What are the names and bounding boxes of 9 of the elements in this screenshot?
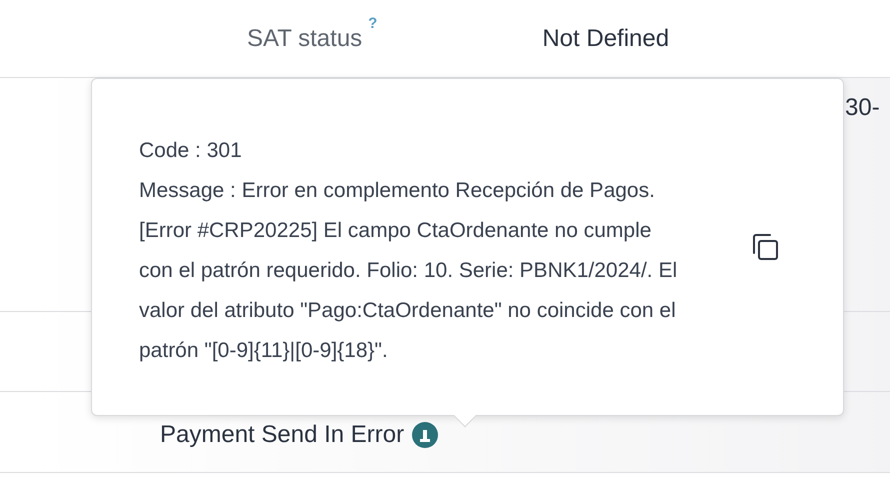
- alert-icon[interactable]: [412, 422, 438, 448]
- status-text: Payment Send In Error: [160, 420, 404, 450]
- copy-icon[interactable]: [751, 233, 779, 261]
- error-code: Code : 301: [139, 138, 243, 164]
- help-icon[interactable]: ?: [368, 16, 378, 32]
- field-label: SAT status: [247, 24, 362, 54]
- field-value: Not Defined: [542, 24, 670, 54]
- row-value: 30-: [845, 93, 881, 123]
- error-message: Message : Error en complemento Recepción de Pagos. [Error #CRP20225] El campo CtaOrdenante no cumple con el patrón requerido. Folio: 10. Serie: PBNK1/2024/. El valor del atributo "Pago:CtaOrdenante" no coincide con el patrón "[0-9]{11}|[0-9]{18}".: [139, 178, 678, 364]
